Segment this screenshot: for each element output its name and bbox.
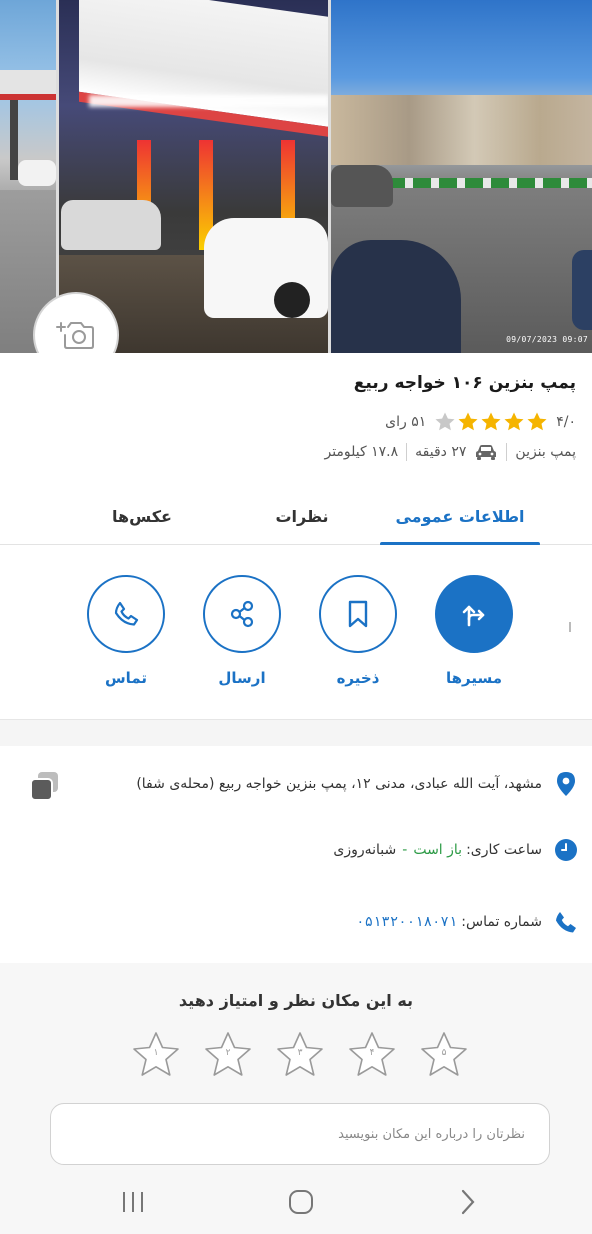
action-circle[interactable]	[435, 575, 513, 653]
hours-value: شبانه‌روزی	[333, 842, 397, 858]
gallery-photo[interactable]: 09/07/2023 09:07	[331, 0, 592, 353]
photo-detail	[331, 95, 592, 165]
tab-bar: اطلاعات عمومی نظرات عکس‌ها	[0, 488, 592, 546]
hours-status: باز است	[413, 842, 463, 858]
star-filled-icon	[458, 412, 478, 431]
rate-star-button[interactable]: ۳	[274, 1029, 326, 1081]
photo-detail	[10, 100, 18, 180]
directions-button[interactable]: مسیرها	[434, 575, 514, 687]
back-button[interactable]	[450, 1185, 484, 1219]
recent-apps-button[interactable]	[116, 1185, 150, 1219]
divider	[406, 443, 408, 461]
phone-row[interactable]: شماره تماس: ۰۵۱۳۲۰۰۱۸۰۷۱	[356, 910, 578, 934]
rate-star-button[interactable]: ۱	[130, 1029, 182, 1081]
recent-apps-icon	[123, 1192, 143, 1212]
tab-photos[interactable]: عکس‌ها	[72, 488, 212, 545]
star-empty-icon	[435, 412, 455, 431]
phone-icon	[114, 601, 139, 626]
photo-detail	[89, 95, 328, 107]
star-number: ۵	[441, 1048, 447, 1058]
directions-icon	[462, 605, 485, 627]
copy-icon[interactable]	[28, 770, 62, 804]
tab-label: عکس‌ها	[112, 507, 172, 526]
star-filled-icon	[504, 412, 524, 431]
gallery-photo[interactable]	[0, 0, 56, 353]
hours-row: ساعت کاری: باز است - شبانه‌روزی	[333, 838, 578, 862]
tab-reviews[interactable]: نظرات	[252, 488, 352, 545]
photo-detail	[61, 200, 161, 250]
star-number: ۴	[369, 1048, 375, 1058]
star-filled-icon	[527, 412, 547, 431]
photo-detail	[361, 178, 592, 188]
action-circle[interactable]	[87, 575, 165, 653]
action-label: ارسال	[218, 669, 266, 687]
rating-value: ۴/۰	[556, 414, 576, 430]
divider	[506, 443, 508, 461]
meta-row: پمپ بنزین ۲۷ دقیقه ۱۷.۸ کیلومتر	[324, 443, 576, 461]
drive-time: ۲۷ دقیقه	[415, 444, 467, 460]
rating-row[interactable]: ۴/۰ ۵۱ رای	[385, 411, 576, 433]
camera-plus-icon	[56, 322, 94, 349]
place-details: مشهد، آیت الله عبادی، مدنی ۱۲، پمپ بنزین…	[0, 746, 592, 963]
distance: ۱۷.۸ کیلومتر	[324, 444, 399, 460]
rating-count: ۵۱ رای	[385, 414, 427, 430]
rate-stars: ۱ ۲ ۳ ۴ ۵	[130, 1029, 470, 1081]
photo-detail	[79, 0, 328, 139]
bookmark-icon	[348, 600, 368, 628]
action-buttons: مسیرها ذخیره ارسال تماس	[0, 545, 592, 720]
system-nav-bar	[0, 1167, 592, 1234]
phone-icon	[554, 910, 578, 934]
save-button[interactable]: ذخیره	[318, 575, 398, 687]
action-circle[interactable]	[203, 575, 281, 653]
phone-label: شماره تماس:	[461, 914, 542, 930]
category-label: پمپ بنزین	[515, 444, 576, 460]
chevron-right-icon	[461, 1189, 475, 1215]
share-button[interactable]: ارسال	[202, 575, 282, 687]
rate-star-button[interactable]: ۵	[418, 1029, 470, 1081]
action-label: تماس	[104, 669, 148, 687]
rate-star-button[interactable]: ۲	[202, 1029, 254, 1081]
comment-placeholder: نظرتان را درباره این مکان بنویسید	[338, 1126, 525, 1142]
photo-detail	[18, 160, 56, 186]
star-filled-icon	[481, 412, 501, 431]
tab-label: اطلاعات عمومی	[395, 507, 525, 526]
photo-detail	[331, 165, 393, 207]
photo-detail	[274, 282, 310, 318]
photo-detail	[572, 250, 592, 330]
star-number: ۳	[297, 1048, 303, 1058]
address-text: مشهد، آیت الله عبادی، مدنی ۱۲، پمپ بنزین…	[136, 776, 542, 792]
place-header: پمپ بنزین ۱۰۶ خواجه ربیع ۴/۰ ۵۱ رای پمپ …	[0, 353, 592, 488]
tab-label: نظرات	[275, 507, 329, 526]
rate-star-button[interactable]: ۴	[346, 1029, 398, 1081]
star-number: ۱	[153, 1048, 159, 1058]
clock-icon	[554, 838, 578, 862]
location-pin-icon	[554, 772, 578, 796]
section-divider	[0, 720, 592, 746]
tab-general-info[interactable]: اطلاعات عمومی	[380, 488, 540, 546]
car-icon	[476, 445, 497, 460]
review-title: به این مکان نظر و امتیاز دهید	[178, 991, 414, 1010]
hours-dash: -	[402, 842, 408, 858]
photo-detail	[331, 240, 461, 353]
address-row[interactable]: مشهد، آیت الله عبادی، مدنی ۱۲، پمپ بنزین…	[136, 772, 578, 796]
star-number: ۲	[225, 1048, 231, 1058]
place-title: پمپ بنزین ۱۰۶ خواجه ربیع	[353, 373, 576, 393]
hours-label: ساعت کاری:	[466, 842, 542, 858]
review-section: به این مکان نظر و امتیاز دهید ۱ ۲ ۳ ۴ ۵ …	[0, 963, 592, 1167]
action-label: مسیرها	[445, 669, 503, 687]
call-button[interactable]: تماس	[86, 575, 166, 687]
home-icon	[289, 1190, 313, 1214]
home-button[interactable]	[284, 1185, 318, 1219]
rating-stars	[434, 411, 548, 433]
action-label: ذخیره	[336, 669, 380, 687]
edge-marker	[569, 622, 571, 632]
share-icon	[230, 600, 254, 628]
action-circle[interactable]	[319, 575, 397, 653]
phone-number-link[interactable]: ۰۵۱۳۲۰۰۱۸۰۷۱	[356, 914, 457, 930]
photo-detail	[0, 70, 56, 100]
comment-input[interactable]: نظرتان را درباره این مکان بنویسید	[50, 1103, 550, 1165]
photo-timestamp: 09/07/2023 09:07	[506, 335, 588, 344]
